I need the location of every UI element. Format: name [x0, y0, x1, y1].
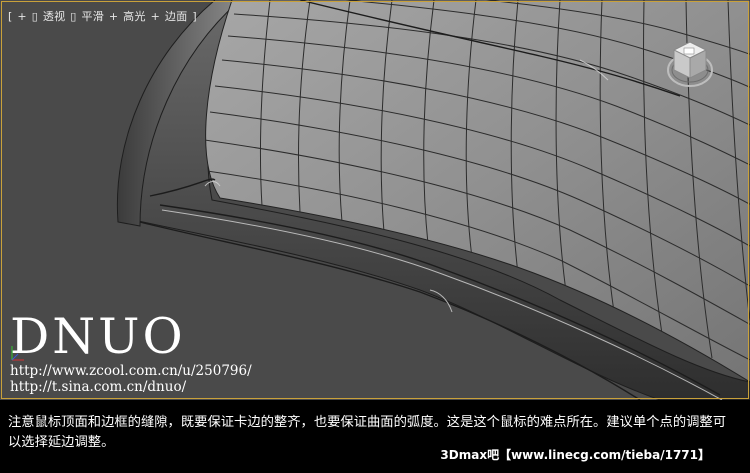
viewport-label-menu[interactable]: [ + ▯ 透视 ▯ 平滑 + 高光 + 边面 ] — [8, 8, 198, 24]
viewport-label-edged-faces[interactable]: 边面 — [165, 10, 188, 23]
viewcube-icon[interactable] — [666, 36, 714, 90]
viewport-label-separator: ▯ — [31, 10, 39, 23]
viewport-label-plus: + — [108, 10, 119, 23]
viewport-label-separator: ▯ — [70, 10, 77, 23]
viewport-label-bracket-close: ] — [192, 10, 197, 23]
source-credit: 3Dmax吧【www.linecg.com/tieba/1771】 — [440, 448, 710, 462]
watermark-brand: DNUO — [10, 308, 186, 365]
viewport-label-bracket-open: [ — [8, 10, 13, 23]
viewport-label-highlights[interactable]: 高光 — [123, 10, 146, 23]
watermark-link-sina[interactable]: http://t.sina.com.cn/dnuo/ — [10, 380, 186, 395]
viewport-label-plus-menu[interactable]: + — [17, 10, 27, 23]
watermark-link-zcool[interactable]: http://www.zcool.com.cn/u/250796/ — [10, 364, 252, 379]
viewport-label-plus: + — [150, 10, 161, 23]
viewport-label-perspective[interactable]: 透视 — [43, 10, 66, 23]
viewport-label-smooth[interactable]: 平滑 — [81, 10, 104, 23]
